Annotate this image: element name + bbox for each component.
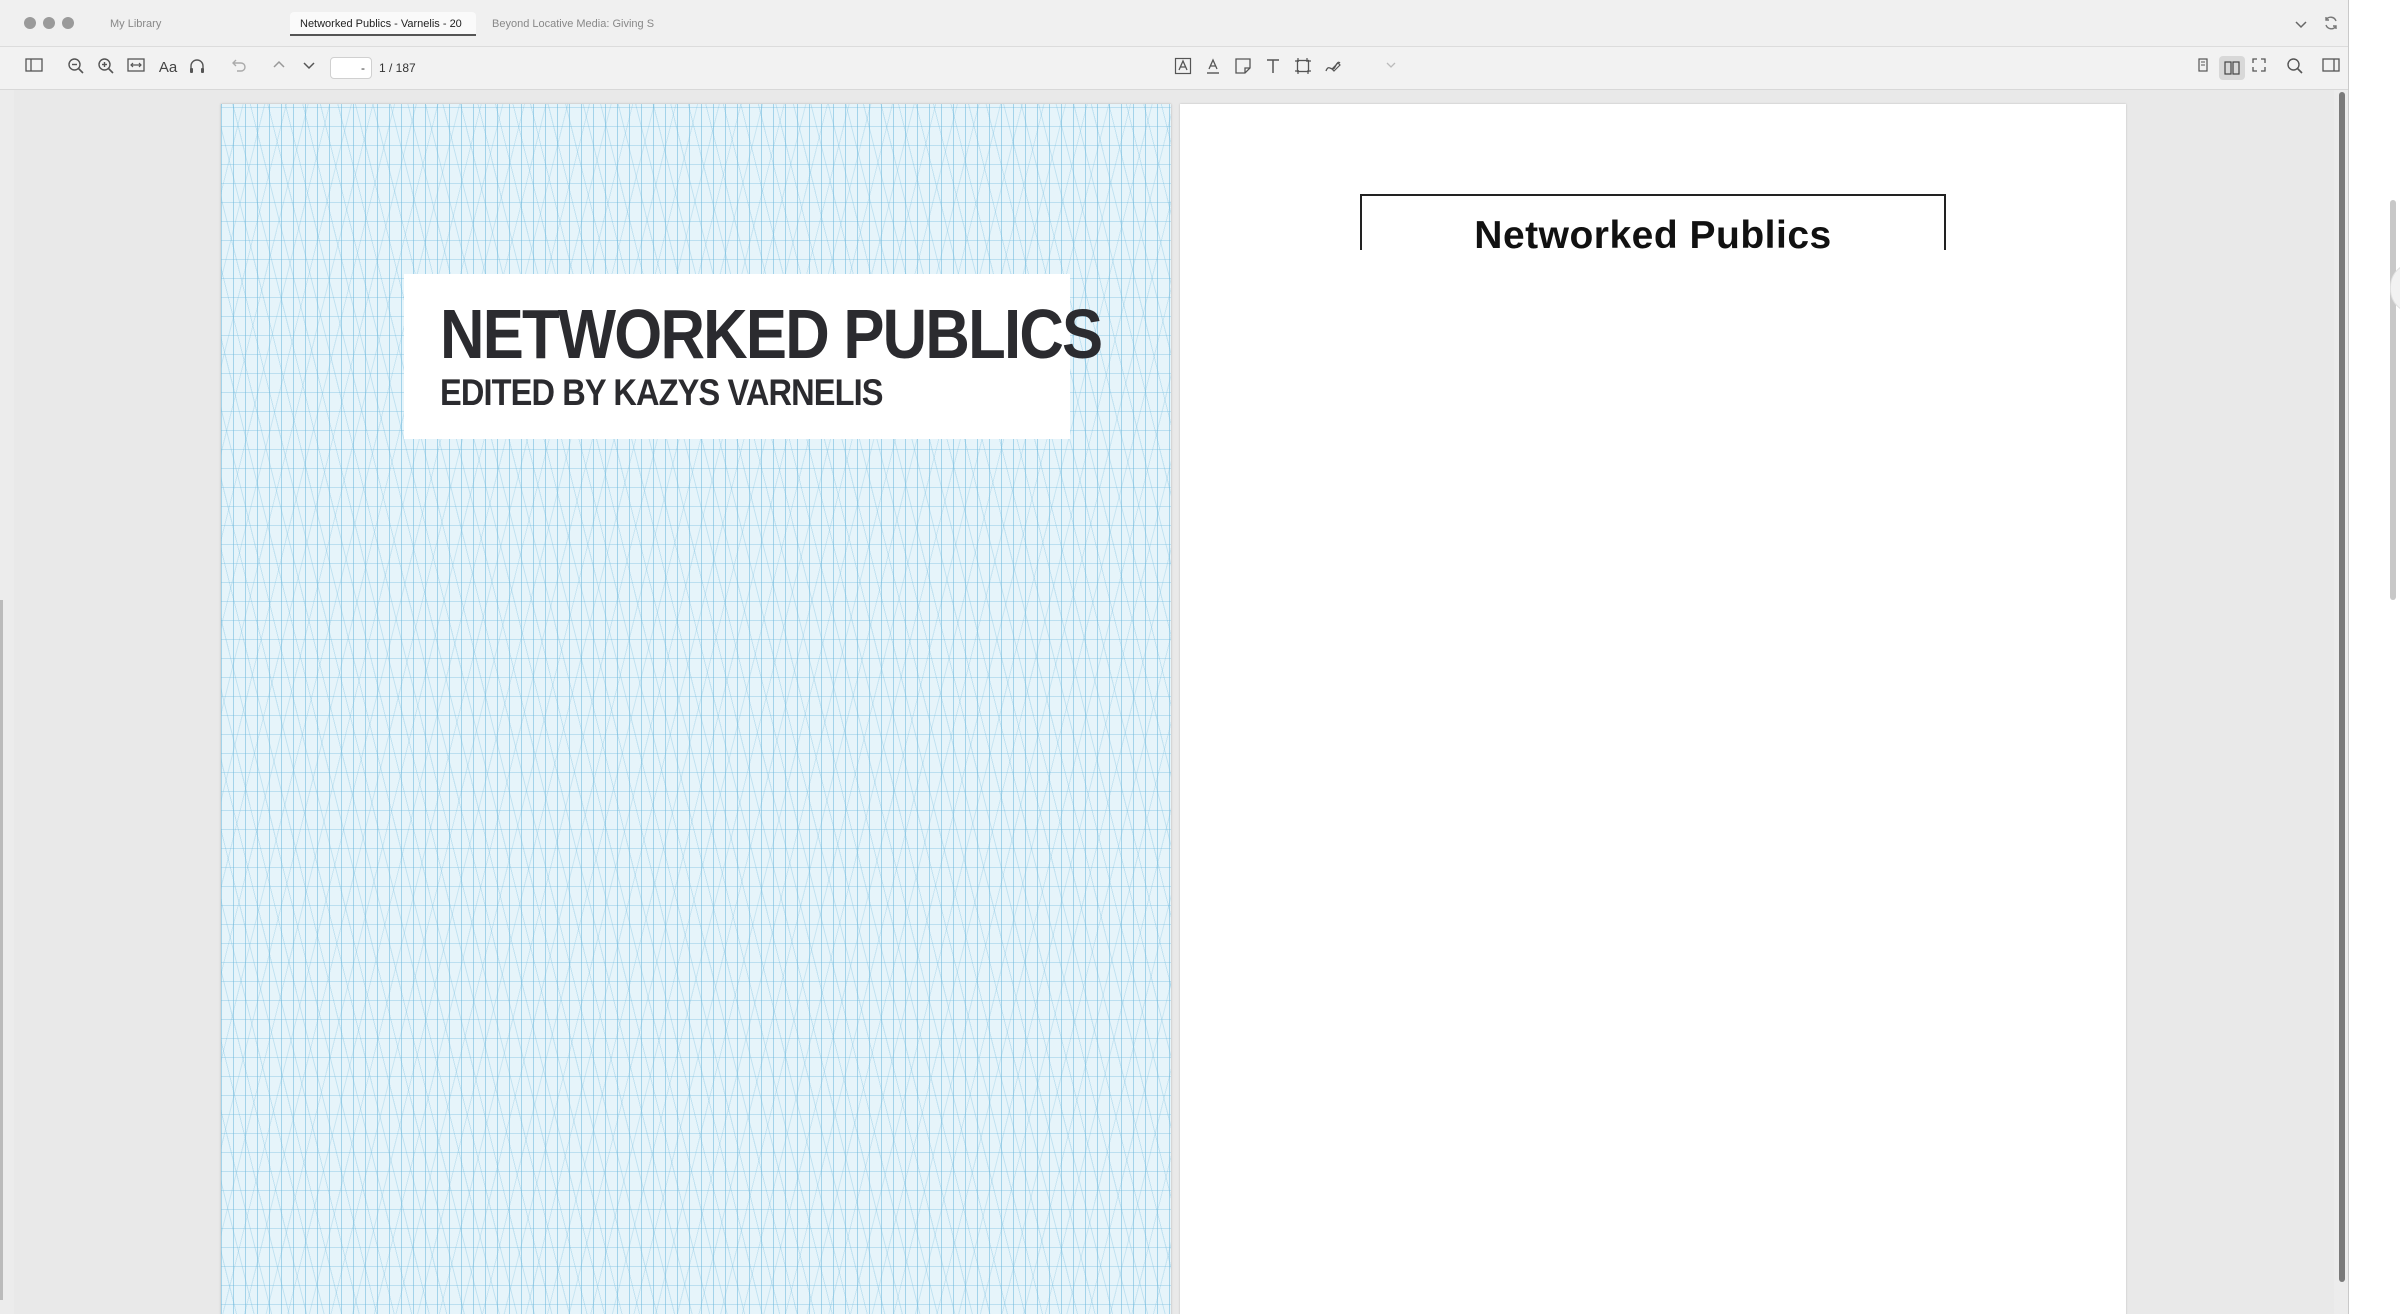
minimize-window-button[interactable] xyxy=(43,17,55,29)
ink-icon[interactable] xyxy=(1322,57,1344,79)
sidebar-toggle-icon[interactable] xyxy=(23,57,45,79)
half-title-frame: Networked Publics xyxy=(1360,194,1946,257)
window-edge xyxy=(0,600,3,1300)
right-pane-icon[interactable] xyxy=(2320,57,2342,79)
cover-title-box: NETWORKED PUBLICS EDITED BY KAZYS VARNEL… xyxy=(404,274,1103,439)
cover-title: NETWORKED PUBLICS xyxy=(440,295,1103,373)
vertical-scrollbar[interactable] xyxy=(2338,90,2346,1290)
page-total: 1 / 187 xyxy=(379,61,416,75)
scrollbar-thumb[interactable] xyxy=(2339,92,2345,1282)
tab-label: Beyond Locative Media: Giving S xyxy=(492,18,655,30)
color-dropdown-icon[interactable] xyxy=(1380,57,1402,79)
zoom-in-icon[interactable] xyxy=(95,57,117,79)
tab-beyond-locative-media[interactable]: Beyond Locative Media: Giving S xyxy=(482,12,662,36)
background-scrollbar[interactable] xyxy=(2390,200,2396,600)
tabs-dropdown-icon[interactable] xyxy=(2290,16,2312,38)
chevron-up-icon[interactable] xyxy=(268,57,290,79)
tab-networked-publics[interactable]: Networked Publics - Varnelis - 20 xyxy=(290,12,476,36)
fit-width-icon[interactable] xyxy=(125,57,147,79)
cover-subtitle: EDITED BY KAZYS VARNELIS xyxy=(440,372,884,413)
font-size-icon[interactable]: Aa xyxy=(156,57,180,79)
document-viewer[interactable]: NETWORKED PUBLICS EDITED BY KAZYS VARNEL… xyxy=(14,90,2334,1314)
note-icon[interactable] xyxy=(1232,57,1254,79)
two-page-icon[interactable] xyxy=(2219,56,2245,80)
search-icon[interactable] xyxy=(2284,57,2306,79)
title-bar: My Library Networked Publics - Varnelis … xyxy=(0,0,2348,47)
close-window-button[interactable] xyxy=(24,17,36,29)
headphones-icon[interactable] xyxy=(186,57,208,79)
sync-icon[interactable] xyxy=(2320,14,2342,36)
area-select-icon[interactable] xyxy=(1292,57,1314,79)
chevron-down-icon[interactable] xyxy=(298,57,320,79)
undo-icon[interactable] xyxy=(227,57,249,79)
tab-label: Networked Publics - Varnelis - 20 xyxy=(300,18,462,30)
reader-toolbar: Aa - 1 / 187 xyxy=(0,47,2348,90)
single-page-icon[interactable] xyxy=(2192,57,2214,79)
pdf-page-cover[interactable]: NETWORKED PUBLICS EDITED BY KAZYS VARNEL… xyxy=(221,104,1171,1314)
text-icon[interactable] xyxy=(1262,57,1284,79)
fullscreen-icon[interactable] xyxy=(2248,57,2270,79)
page-number-input[interactable]: - xyxy=(330,57,372,79)
underline-text-icon[interactable] xyxy=(1202,57,1224,79)
half-title: Networked Publics xyxy=(1474,214,1832,257)
zoom-out-icon[interactable] xyxy=(65,57,87,79)
zoom-window-button[interactable] xyxy=(62,17,74,29)
tab-label: My Library xyxy=(110,18,162,30)
pdf-page-half-title[interactable]: Networked Publics xyxy=(1180,104,2126,1314)
tab-my-library[interactable]: My Library xyxy=(100,12,240,36)
reader-window: My Library Networked Publics - Varnelis … xyxy=(0,0,2349,1314)
highlight-text-icon[interactable] xyxy=(1172,57,1194,79)
